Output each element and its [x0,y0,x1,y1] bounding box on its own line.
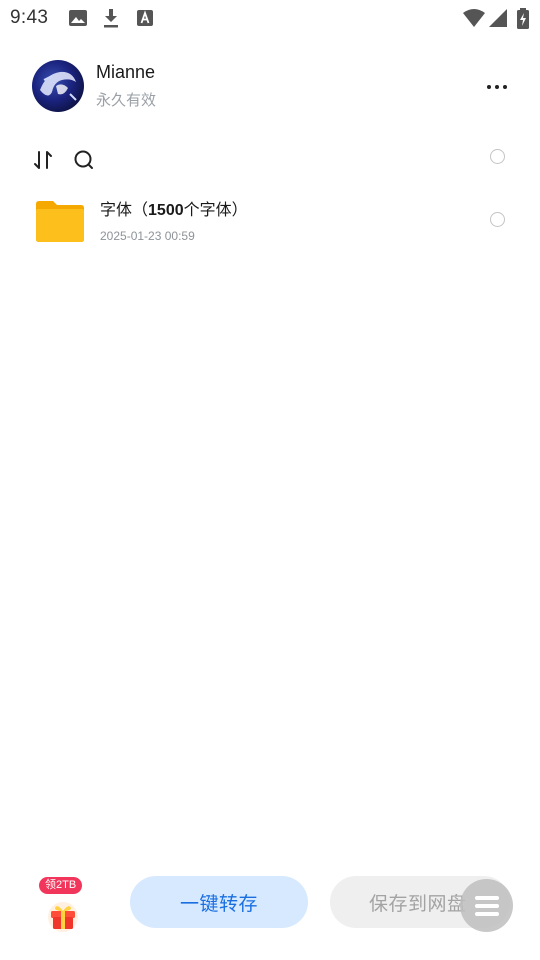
menu-line [474,903,499,908]
file-name-count: 1500 [148,202,184,219]
screen: 9:43 Mianne 永久有效 字体（1500个字体） 2025-01-23 … [0,0,540,960]
sort-icon [34,151,52,169]
menu-line [474,895,499,900]
menu-line [474,911,499,916]
download-icon [104,9,118,28]
file-date: 2025-01-23 00:59 [100,229,195,243]
file-name-prefix: 字体（ [100,202,149,219]
gift-badge: 领2TB [39,877,83,894]
one-click-transfer-button[interactable]: 一键转存 [130,876,308,928]
user-name: Mianne [96,62,156,82]
more-dot [495,85,499,89]
signal-icon [489,9,507,27]
file-name-suffix: 个字体） [183,202,248,219]
validity-label: 永久有效 [96,92,157,109]
more-dot [487,85,491,89]
wifi-icon [463,9,485,27]
file-row[interactable]: 字体（1500个字体） 2025-01-23 00:59 [0,184,540,256]
avatar[interactable] [32,60,84,112]
file-name: 字体（1500个字体） [100,196,248,220]
folder-icon [36,201,84,242]
select-all-radio[interactable] [490,149,505,164]
more-dot [503,85,507,89]
battery-charging-icon [517,8,529,29]
file-select-radio[interactable] [490,212,505,227]
more-options-button[interactable] [480,74,514,100]
search-icon [74,150,93,169]
status-time: 9:43 [10,7,49,28]
avatar-artwork [40,71,77,101]
image-icon [69,10,87,26]
gift-promo-button[interactable]: 领2TB [38,876,92,940]
sort-button[interactable] [32,148,54,172]
search-button[interactable] [72,148,96,172]
gift-icon [48,902,78,932]
floating-menu-button[interactable] [460,879,513,932]
font-app-icon [137,10,153,26]
status-bar: 9:43 [0,0,540,36]
